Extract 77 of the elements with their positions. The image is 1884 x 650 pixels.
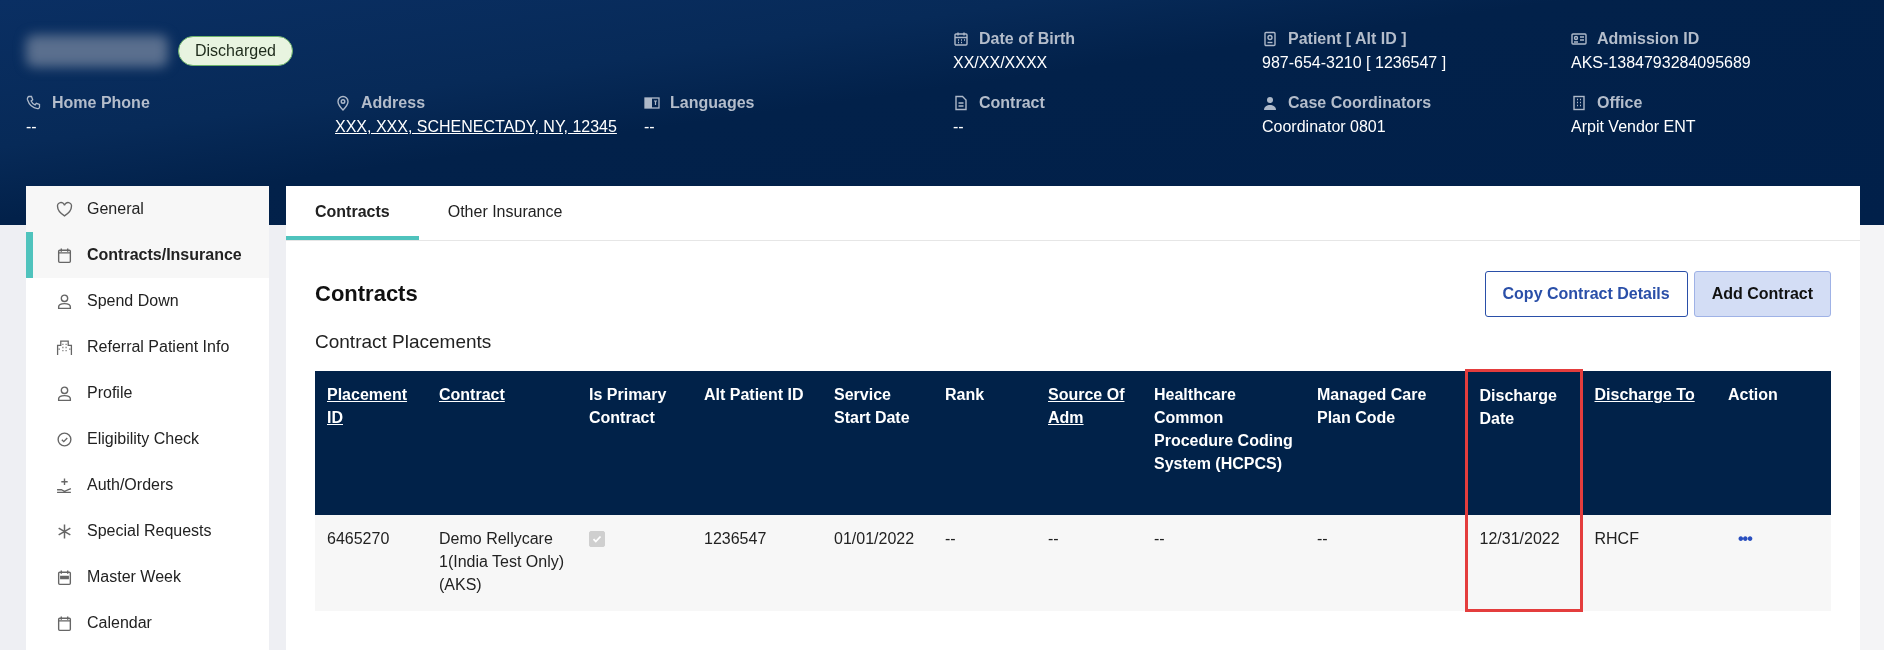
field-label: Patient [ Alt ID ] [1288, 30, 1407, 48]
building-icon [56, 338, 73, 356]
column-header[interactable]: Discharge To [1581, 370, 1716, 515]
column-header[interactable]: Source Of Adm [1036, 370, 1142, 515]
check-badge-icon [56, 430, 73, 448]
status-badge: Discharged [178, 36, 293, 66]
building-icon [1571, 95, 1587, 111]
column-header[interactable]: Placement ID [315, 370, 427, 515]
field-label: Date of Birth [979, 30, 1075, 48]
field-value: XX/XX/XXXX [953, 54, 1049, 72]
column-header: Action [1716, 370, 1831, 515]
address-link[interactable]: XXX, XXX, SCHENECTADY, NY, 12345 [335, 118, 644, 136]
sidebar-item[interactable]: General [26, 186, 269, 232]
sidebar-item[interactable]: Auth/Orders [26, 462, 269, 508]
column-header: Healthcare Common Procedure Coding System (HCPCS) [1142, 370, 1305, 515]
calendar-icon [56, 614, 73, 632]
id-card-icon [1571, 31, 1587, 47]
copy-contract-button[interactable]: Copy Contract Details [1484, 271, 1688, 317]
column-header: Managed Care Plan Code [1305, 370, 1466, 515]
phone-icon [26, 95, 42, 111]
sidebar-item[interactable]: Special Requests [26, 508, 269, 554]
sidebar-item[interactable]: Spend Down [26, 278, 269, 324]
column-header: Is Primary Contract [577, 370, 692, 515]
table-cell: 12/31/2022 [1466, 514, 1581, 611]
tab[interactable]: Other Insurance [418, 186, 592, 240]
table-cell: -- [1305, 514, 1466, 611]
field-value: Coordinator 0801 [1262, 118, 1387, 136]
table-cell: Demo Rellycare 1(India Test Only) (AKS) [427, 514, 577, 611]
section-title: Contracts [315, 281, 418, 307]
table-cell: -- [1036, 514, 1142, 611]
field-value: -- [26, 118, 38, 136]
sidebar-item[interactable]: Contracts/Insurance [26, 232, 269, 278]
column-header[interactable]: Contract [427, 370, 577, 515]
sidebar-item[interactable]: Profile [26, 370, 269, 416]
field-label: Languages [670, 94, 755, 112]
field-label: Address [361, 94, 426, 112]
field-label: Office [1597, 94, 1643, 112]
column-header: Service Start Date [822, 370, 933, 515]
field-label: Home Phone [52, 94, 150, 112]
person-icon [56, 384, 73, 402]
table-cell: RHCF [1581, 514, 1716, 611]
more-actions-button[interactable]: ••• [1728, 529, 1752, 548]
field-value: AKS-1384793284095689 [1571, 54, 1752, 72]
calendar-icon [953, 31, 969, 47]
field-label: Admission ID [1597, 30, 1700, 48]
person-icon [1262, 95, 1278, 111]
add-contract-button[interactable]: Add Contract [1693, 271, 1831, 317]
table-cell: -- [1142, 514, 1305, 611]
heart-icon [56, 200, 73, 218]
column-header: Discharge Date [1466, 370, 1581, 515]
person-icon [56, 292, 73, 310]
table-cell: 01/01/2022 [822, 514, 933, 611]
sidebar-item[interactable]: Eligibility Check [26, 416, 269, 462]
location-pin-icon [335, 95, 351, 111]
sidebar-item[interactable]: Calendar [26, 600, 269, 646]
column-header: Rank [933, 370, 1036, 515]
calendar-icon [56, 246, 73, 264]
asterisk-icon [56, 522, 73, 540]
column-header: Alt Patient ID [692, 370, 822, 515]
field-value: Arpit Vendor ENT [1571, 118, 1697, 136]
table-cell: 6465270 [315, 514, 427, 611]
field-value: -- [644, 118, 656, 136]
field-value: -- [953, 118, 965, 136]
field-label: Contract [979, 94, 1045, 112]
document-icon [953, 95, 969, 111]
table-cell: -- [933, 514, 1036, 611]
language-icon [644, 95, 660, 111]
table-cell: 1236547 [692, 514, 822, 611]
field-value: 987-654-3210 [ 1236547 ] [1262, 54, 1448, 72]
tab[interactable]: Contracts [286, 186, 419, 240]
id-badge-icon [1262, 31, 1278, 47]
sidebar-item[interactable]: Master Week [26, 554, 269, 600]
sidebar-item[interactable]: Referral Patient Info [26, 324, 269, 370]
calendar-icon [56, 568, 73, 586]
section-subtitle: Contract Placements [315, 331, 493, 353]
field-label: Case Coordinators [1288, 94, 1432, 112]
hand-plus-icon [56, 476, 73, 494]
